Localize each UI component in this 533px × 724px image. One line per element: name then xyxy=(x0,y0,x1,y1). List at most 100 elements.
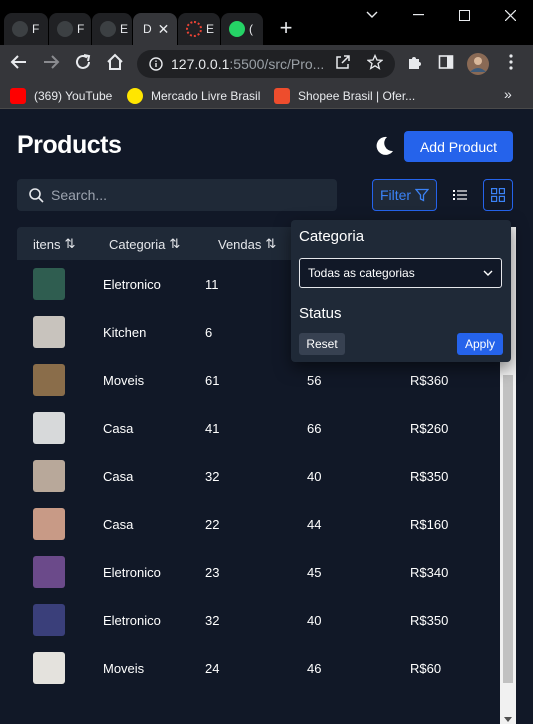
bookmark-youtube[interactable]: (369) YouTube xyxy=(10,88,112,104)
table-row-partial xyxy=(17,692,497,700)
sort-arrows-icon: ⇅ xyxy=(265,236,277,251)
browser-tab[interactable]: E xyxy=(178,13,220,45)
product-thumbnail xyxy=(33,556,65,588)
scroll-down-arrow-icon[interactable] xyxy=(504,717,512,722)
whatsapp-favicon-icon xyxy=(229,21,245,37)
status-filter-label: Status xyxy=(299,305,342,322)
vendas-cell: 11 xyxy=(205,277,219,292)
back-arrow-icon[interactable] xyxy=(8,53,30,75)
estoque-cell: 56 xyxy=(307,373,322,388)
estoque-cell: 40 xyxy=(307,469,322,484)
tab-favicon-icon xyxy=(12,21,28,37)
home-icon[interactable] xyxy=(104,53,126,75)
product-thumbnail xyxy=(33,508,65,540)
dark-mode-toggle-icon[interactable] xyxy=(373,135,395,157)
product-thumbnail xyxy=(33,460,65,492)
table-row[interactable]: Moveis 61 56 R$360 xyxy=(17,356,497,404)
side-panel-icon[interactable] xyxy=(435,53,457,75)
filter-button[interactable]: Filter xyxy=(372,179,437,211)
preco-cell: R$160 xyxy=(410,517,449,532)
browser-tab[interactable]: F xyxy=(4,13,48,45)
search-input[interactable]: Search... xyxy=(17,179,337,211)
profile-avatar[interactable] xyxy=(467,53,489,75)
bookmark-shopee[interactable]: Shopee Brasil | Ofer... xyxy=(274,88,415,104)
vendas-cell: 61 xyxy=(205,373,220,388)
table-row[interactable]: Moveis 24 46 R$60 xyxy=(17,644,497,692)
tab-favicon-icon xyxy=(100,21,116,37)
product-thumbnail xyxy=(33,412,65,444)
table-row[interactable]: Casa 32 40 R$350 xyxy=(17,452,497,500)
vendas-cell: 22 xyxy=(205,517,220,532)
browser-tab-active[interactable]: D ✕ xyxy=(133,13,177,45)
preco-cell: R$350 xyxy=(410,613,449,628)
sort-categoria-header[interactable]: Categoria ⇅ xyxy=(109,236,180,252)
categoria-cell: Kitchen xyxy=(103,325,147,340)
address-bar[interactable]: 127.0.0.1:5500/src/Pro... xyxy=(137,50,395,78)
preco-cell: R$60 xyxy=(410,661,442,676)
categoria-cell: Moveis xyxy=(103,661,145,676)
categoria-cell: Casa xyxy=(103,469,134,484)
grid-icon xyxy=(491,188,505,202)
close-tab-icon[interactable]: ✕ xyxy=(158,21,170,38)
tab-search-icon[interactable] xyxy=(349,0,395,30)
estoque-cell: 46 xyxy=(307,661,322,676)
reset-filter-button[interactable]: Reset xyxy=(299,333,345,355)
list-view-button[interactable] xyxy=(445,179,475,211)
vendas-cell: 41 xyxy=(205,421,220,436)
sort-arrows-icon: ⇅ xyxy=(169,236,181,251)
search-placeholder: Search... xyxy=(51,187,108,203)
site-info-icon[interactable] xyxy=(149,57,163,71)
product-thumbnail xyxy=(33,364,65,396)
sort-itens-header[interactable]: itens ⇅ xyxy=(33,236,75,252)
estoque-cell: 40 xyxy=(307,613,322,628)
sort-vendas-header[interactable]: Vendas ⇅ xyxy=(218,236,276,252)
categoria-cell: Eletronico xyxy=(103,613,161,628)
mercado-livre-icon xyxy=(127,88,143,104)
search-icon xyxy=(29,188,44,203)
page-title: Products xyxy=(17,131,122,159)
table-row[interactable]: Casa 41 66 R$260 xyxy=(17,404,497,452)
reload-icon[interactable] xyxy=(72,53,94,75)
forward-arrow-icon[interactable] xyxy=(40,53,62,75)
close-window-button[interactable] xyxy=(487,0,533,30)
table-row[interactable]: Eletronico 32 40 R$350 xyxy=(17,596,497,644)
share-icon[interactable] xyxy=(332,53,354,75)
vendas-cell: 32 xyxy=(205,469,220,484)
categoria-cell: Eletronico xyxy=(103,565,161,580)
tab-favicon-icon xyxy=(186,21,202,37)
product-thumbnail xyxy=(33,268,65,300)
preco-cell: R$260 xyxy=(410,421,449,436)
product-thumbnail xyxy=(33,652,65,684)
sort-arrows-icon: ⇅ xyxy=(64,236,76,251)
minimize-button[interactable] xyxy=(395,0,441,30)
estoque-cell: 66 xyxy=(307,421,322,436)
bookmarks-bar: (369) YouTube Mercado Livre Brasil Shope… xyxy=(0,83,533,109)
maximize-button[interactable] xyxy=(441,0,487,30)
add-product-button[interactable]: Add Product xyxy=(404,131,513,162)
bookmark-star-icon[interactable] xyxy=(364,53,386,75)
extensions-icon[interactable] xyxy=(403,53,425,75)
filter-funnel-icon xyxy=(415,188,430,202)
product-thumbnail xyxy=(33,604,65,636)
vendas-cell: 32 xyxy=(205,613,220,628)
bookmark-mercado-livre[interactable]: Mercado Livre Brasil xyxy=(127,88,260,104)
grid-view-button[interactable] xyxy=(483,179,513,211)
apply-filter-button[interactable]: Apply xyxy=(457,333,503,355)
preco-cell: R$360 xyxy=(410,373,449,388)
table-row[interactable]: Casa 22 44 R$160 xyxy=(17,500,497,548)
preco-cell: R$340 xyxy=(410,565,449,580)
browser-menu-icon[interactable] xyxy=(500,53,522,75)
scrollbar-thumb[interactable] xyxy=(503,375,513,683)
filter-dropdown: Categoria Todas as categorias Status Res… xyxy=(291,220,511,362)
browser-tab[interactable]: E xyxy=(92,13,132,45)
bookmarks-overflow-button[interactable]: » xyxy=(504,86,512,102)
category-select[interactable]: Todas as categorias xyxy=(299,258,502,288)
new-tab-button[interactable]: + xyxy=(272,17,300,41)
estoque-cell: 45 xyxy=(307,565,322,580)
browser-tab[interactable]: F xyxy=(49,13,91,45)
browser-tab-bar: F F E D ✕ E ( + xyxy=(0,0,533,45)
browser-tab[interactable]: ( xyxy=(221,13,263,45)
vendas-cell: 6 xyxy=(205,325,213,340)
table-row[interactable]: Eletronico 23 45 R$340 xyxy=(17,548,497,596)
categoria-cell: Moveis xyxy=(103,373,145,388)
